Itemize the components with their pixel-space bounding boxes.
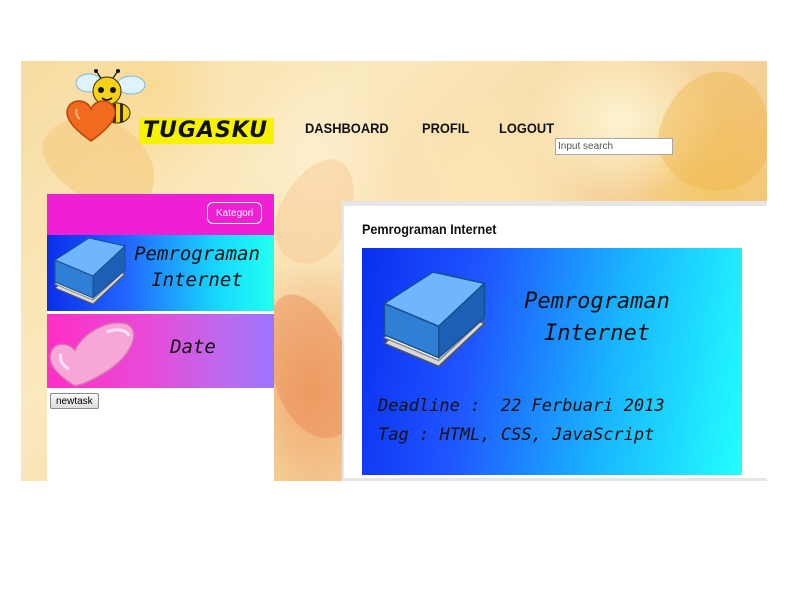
site-logo[interactable]: TUGASKU	[61, 69, 274, 149]
bee-heart-logo-icon	[66, 69, 146, 142]
heart-icon	[49, 322, 135, 387]
category-item-date[interactable]: Date	[47, 314, 274, 388]
sidebar-header: Kategori	[47, 194, 274, 235]
tag-line: Tag : HTML, CSS, JavaScript	[378, 425, 655, 445]
logo-text: TUGASKU	[139, 118, 274, 144]
deadline-line: Deadline : 22 Ferbuari 2013	[378, 396, 665, 416]
leaf-decoration	[647, 61, 767, 204]
newtask-button[interactable]: newtask	[50, 393, 99, 409]
search-input[interactable]	[555, 138, 673, 155]
nav-profil[interactable]: PROFIL	[422, 120, 469, 136]
page-title: Pemrograman Internet	[362, 221, 497, 237]
category-item-pemrograman-internet[interactable]: Pemrograman Internet	[47, 235, 274, 311]
nav-dashboard[interactable]: DASHBOARD	[305, 120, 389, 136]
tag-value: HTML, CSS, JavaScript	[439, 425, 655, 445]
tag-label: Tag	[378, 425, 409, 445]
task-card: Pemrograman Internet Deadline : 22 Ferbu…	[362, 248, 742, 475]
panel-footer-bar	[344, 478, 767, 481]
kategori-button[interactable]: Kategori	[207, 202, 263, 224]
category-label: Date	[170, 336, 216, 358]
deadline-value: 22 Ferbuari 2013	[500, 396, 665, 416]
category-label: Pemrograman Internet	[134, 243, 260, 291]
card-title: Pemrograman Internet	[524, 289, 670, 346]
book-icon	[53, 238, 127, 305]
main-nav: DASHBOARD PROFIL LOGOUT	[305, 120, 559, 136]
task-detail-panel: Pemrograman Internet Pemrograman Interne…	[342, 201, 767, 481]
app-window: TUGASKU DASHBOARD PROFIL LOGOUT Kategori…	[21, 61, 767, 481]
category-sidebar: Kategori Pemrograman Internet Date newta…	[47, 194, 274, 481]
deadline-label: Deadline	[378, 396, 460, 416]
book-icon	[382, 272, 486, 368]
nav-logout[interactable]: LOGOUT	[499, 120, 554, 136]
